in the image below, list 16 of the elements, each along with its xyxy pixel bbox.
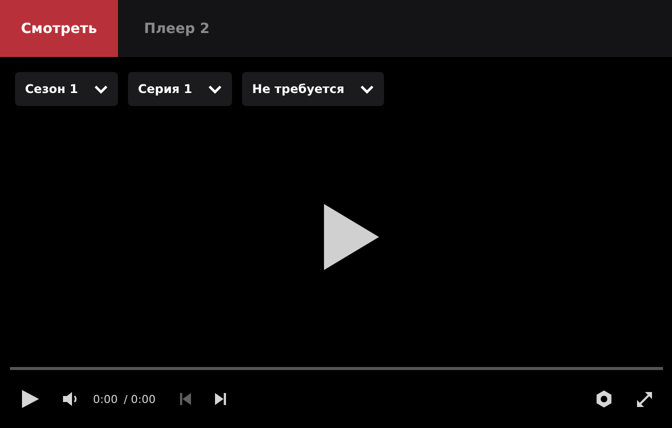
dropdown[interactable]: Не требуется [242, 72, 384, 106]
tab[interactable]: Смотреть [0, 0, 118, 57]
settings-icon[interactable] [595, 390, 613, 408]
skip-forward-icon[interactable] [214, 393, 226, 405]
dropdown[interactable]: Сезон 1 [15, 72, 118, 106]
duration: / 0:00 [124, 392, 156, 406]
speaker-icon[interactable] [63, 391, 79, 407]
chevron-down-icon [208, 84, 222, 94]
chevron-down-icon [360, 84, 374, 94]
play-icon[interactable] [324, 204, 378, 270]
play-icon[interactable] [22, 390, 39, 408]
dropdown[interactable]: Серия 1 [128, 72, 232, 106]
chevron-down-icon [94, 84, 108, 94]
current-time: 0:00 [93, 392, 118, 406]
fullscreen-icon[interactable] [636, 390, 653, 408]
tab[interactable]: Плеер 2 [118, 0, 236, 57]
